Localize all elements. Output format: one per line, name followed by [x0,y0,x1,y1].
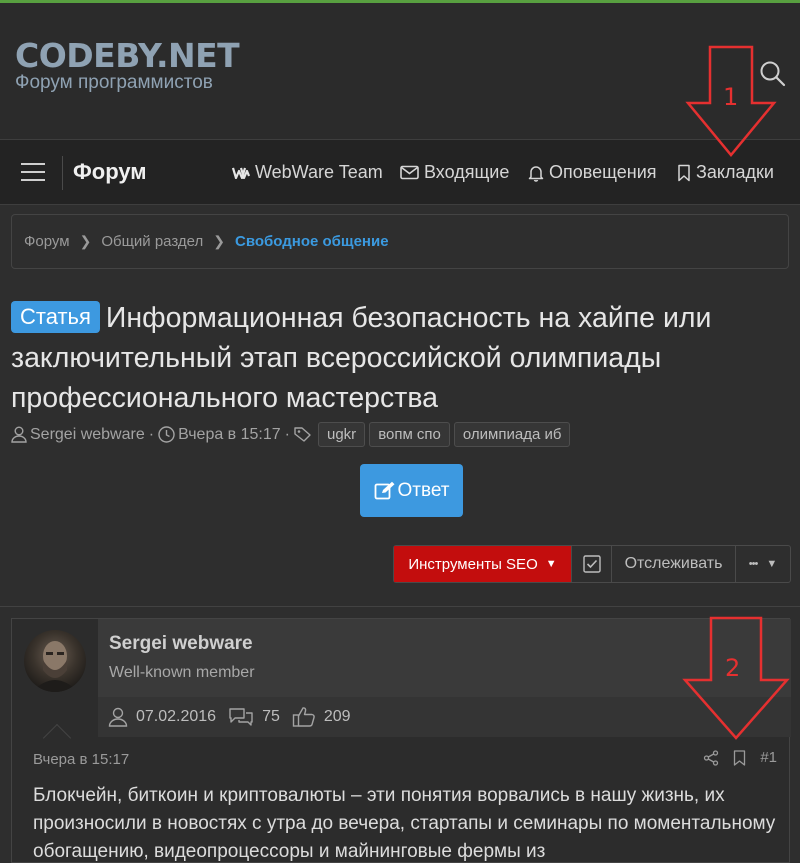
seo-tools-label: Инструменты SEO [408,555,538,573]
checkbox-icon [582,555,601,573]
nav-link-bookmarks[interactable]: Закладки [677,162,774,183]
caret-down-icon: ▼ [766,558,778,570]
post-number[interactable]: #1 [760,749,777,766]
thread-title: Статья Информационная безопасность на хай… [11,298,791,418]
stat-messages: 75 [228,707,280,727]
user-icon [108,707,128,727]
meta-dot: · [148,425,155,443]
nav-link-label: Закладки [696,162,774,182]
breadcrumb-item-free-talk[interactable]: Свободное общение [235,233,389,250]
tag-olympiad-ib[interactable]: олимпиада иб [453,422,571,447]
messages-count: 75 [262,708,280,725]
clock-icon [158,426,175,443]
thread-meta: Sergei webware · Вчера в 15:17 · ugkr во… [11,422,571,447]
site-header: CODEBY.NET Форум программистов [0,3,800,139]
thumbs-up-icon [292,707,315,727]
post-date[interactable]: Вчера в 15:17 [33,751,129,768]
nav-link-webware-team[interactable]: WebWare Team [232,162,383,183]
breadcrumb-item-forum[interactable]: Форум [24,233,70,250]
select-checkbox[interactable] [571,546,611,582]
thread-title-text: Информационная безопасность на хайпе или… [11,302,712,414]
nav-link-inbox[interactable]: Входящие [400,162,509,183]
nav-link-label: Входящие [424,162,510,182]
reactions-count: 209 [323,708,351,725]
joined-date: 07.02.2016 [136,708,217,725]
tag-ugkr[interactable]: ugkr [318,422,366,447]
stat-reactions: 209 [292,706,351,728]
nav-link-label: Оповещения [549,162,657,182]
stat-joined: 07.02.2016 [108,707,216,727]
nav-link-alerts[interactable]: Оповещения [528,162,657,183]
post-message: Sergei webware Well-known member 07.02.2… [11,618,791,863]
messages-icon [229,708,253,726]
follow-button[interactable]: Отслеживать [611,546,735,582]
thread-date[interactable]: Вчера в 15:17 [178,426,281,444]
seo-tools-button[interactable]: Инструменты SEO ▼ [394,546,571,582]
reply-button-label: Ответ [397,479,450,501]
user-icon [11,426,27,443]
avatar[interactable] [24,630,86,692]
bookmark-icon[interactable] [733,749,746,766]
bell-icon [528,165,544,182]
chevron-right-icon: ❯ [79,233,92,249]
annotation-number-1: 1 [723,83,739,111]
chevron-right-icon: ❯ [213,233,225,249]
logo-subtitle: Форум программистов [15,72,213,93]
site-logo[interactable]: CODEBY.NET Форум программистов [15,36,240,94]
share-icon[interactable] [703,749,719,766]
nav-link-label: WebWare Team [255,162,383,182]
main-navbar: Форум WebWare Team Входящие Оповещения З… [0,139,800,205]
section-divider [0,606,800,607]
thread-prefix-badge[interactable]: Статья [11,301,100,333]
logo-title: CODEBY.NET [15,36,240,75]
thread-toolbar: Инструменты SEO ▼ Отслеживать ••• ▼ [393,545,791,583]
reply-button[interactable]: Ответ [360,464,463,517]
post-author-name[interactable]: Sergei webware [109,633,253,655]
bookmark-icon [678,164,690,181]
caret-down-icon: ▼ [545,558,557,570]
meta-dot: · [284,425,290,443]
thread-author[interactable]: Sergei webware [30,426,145,444]
nav-forum-title[interactable]: Форум [73,159,147,185]
more-options-button[interactable]: ••• ▼ [735,546,790,582]
nav-separator [62,156,63,190]
hamburger-icon[interactable] [21,163,45,183]
ellipsis-icon: ••• [748,558,759,570]
ww-logo-icon [232,167,250,179]
tag-vopm-spo[interactable]: вопм спо [369,422,450,447]
edit-icon [374,481,394,499]
tags-icon [294,427,311,442]
annotation-number-2: 2 [725,654,741,682]
user-title: Well-known member [109,664,255,681]
post-actions: #1 [689,749,777,766]
envelope-icon [400,165,419,180]
post-body: Блокчейн, биткоин и криптовалюты – эти п… [33,785,776,862]
breadcrumb-item-general[interactable]: Общий раздел [101,233,203,250]
breadcrumb: Форум ❯ Общий раздел ❯ Свободное общение [11,214,789,269]
